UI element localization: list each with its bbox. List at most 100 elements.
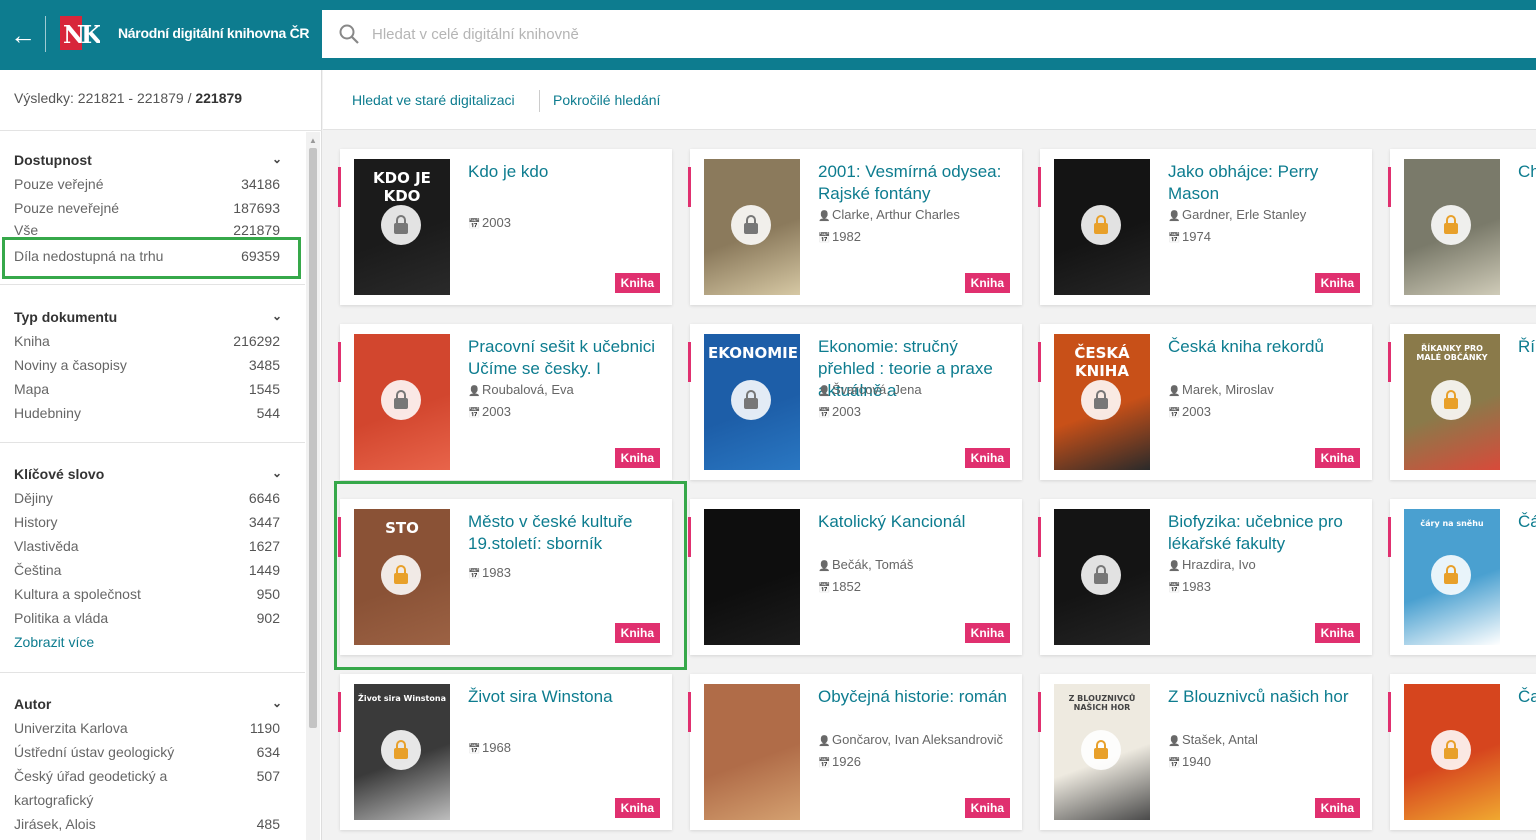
card-accent (338, 167, 341, 207)
facet-item-music[interactable]: Hudebniny 544 (14, 405, 286, 427)
book-cover-thumbnail[interactable]: ŘÍKANKY PRO MALÉ OBČÁNKY (1404, 334, 1500, 470)
book-cover-thumbnail[interactable]: ČESKÁ KNIHA (1054, 334, 1150, 470)
result-card[interactable]: KDO JE KDO Kdo je kdo 📅 2003 Kniha (338, 149, 672, 305)
facet-header-availability[interactable]: Dostupnost ⌄ (14, 152, 286, 174)
result-card[interactable]: Obyčejná historie: román 👤 Gončarov, Ivan … (688, 674, 1022, 830)
facet-item-keyword[interactable]: Dějiny 6646 (14, 490, 286, 512)
card-title[interactable]: Čá (1518, 511, 1536, 533)
facet-item-keyword[interactable]: Vlastivěda 1627 (14, 538, 286, 560)
chevron-down-icon[interactable]: ⌄ (272, 309, 282, 323)
facet-item-author[interactable]: Univerzita Karlova 1190 (14, 720, 286, 742)
result-card[interactable]: ŘÍKANKY PRO MALÉ OBČÁNKY Řík (1388, 324, 1536, 480)
card-title[interactable]: Obyčejná historie: román (818, 686, 1014, 708)
book-cover-thumbnail[interactable] (1054, 159, 1150, 295)
card-title[interactable]: Katolický Kancionál (818, 511, 1014, 533)
result-card[interactable]: čáry na sněhu Čá (1388, 499, 1536, 655)
show-more-link[interactable]: Zobrazit více (14, 634, 94, 650)
author-name: Marek, Miroslav (1182, 382, 1274, 397)
facet-item-keyword[interactable]: History 3447 (14, 514, 286, 536)
publication-year: 2003 (832, 404, 861, 419)
result-card[interactable]: Biofyzika: učebnice pro lékařské fakulty… (1038, 499, 1372, 655)
author-name: Roubalová, Eva (482, 382, 574, 397)
lock-icon (1431, 205, 1471, 245)
book-cover-thumbnail[interactable] (1404, 684, 1500, 820)
facet-header-author[interactable]: Autor ⌄ (14, 696, 286, 718)
card-title[interactable]: 2001: Vesmírná odysea: Rajské fontány (818, 161, 1014, 205)
scrollbar-thumb[interactable] (309, 148, 317, 728)
author-name: Bečák, Tomáš (832, 557, 914, 572)
book-cover-thumbnail[interactable]: Z BLOUZNIVCŮ NAŠICH HOR (1054, 684, 1150, 820)
chevron-down-icon[interactable]: ⌄ (272, 466, 282, 480)
card-title[interactable]: Pracovní sešit k učebnici Učíme se česky… (468, 336, 664, 380)
search-icon[interactable] (338, 23, 360, 45)
book-cover-thumbnail[interactable] (704, 684, 800, 820)
book-cover-thumbnail[interactable] (1054, 509, 1150, 645)
card-title[interactable]: Česká kniha rekordů (1168, 336, 1364, 358)
nk-logo[interactable]: N K (60, 16, 100, 50)
book-cover-thumbnail[interactable]: KDO JE KDO (354, 159, 450, 295)
result-card[interactable]: Život sira Winstona Život sira Winstona 📅 1… (338, 674, 672, 830)
app-title[interactable]: Národní digitální knihovna ČR (118, 25, 310, 41)
result-card[interactable]: Ča (1388, 674, 1536, 830)
book-cover-thumbnail[interactable] (1404, 159, 1500, 295)
person-icon: 👤 (818, 386, 831, 397)
back-arrow-icon[interactable]: ← (8, 20, 38, 50)
facet-item-private[interactable]: Pouze neveřejné 187693 (14, 200, 286, 222)
old-digitization-search-link[interactable]: Hledat ve staré digitalizaci (352, 92, 515, 108)
lock-body (1444, 398, 1458, 409)
chevron-down-icon[interactable]: ⌄ (272, 696, 282, 710)
result-card[interactable]: Z BLOUZNIVCŮ NAŠICH HOR Z Blouznivců naši… (1038, 674, 1372, 830)
sidebar-scrollbar[interactable]: ▲ (306, 132, 320, 840)
result-card[interactable]: Katolický Kancionál 👤 Bečák, Tomáš 📅 1852 Kni… (688, 499, 1022, 655)
result-card[interactable]: EKONOMIE Ekonomie: stručný přehled : teor… (688, 324, 1022, 480)
facet-item-keyword[interactable]: Čeština 1449 (14, 562, 286, 584)
card-author: 👤 Roubalová, Eva (468, 382, 574, 397)
chevron-down-icon[interactable]: ⌄ (272, 152, 282, 166)
card-title[interactable]: Biofyzika: učebnice pro lékařské fakulty (1168, 511, 1364, 555)
facet-item-book[interactable]: Kniha 216292 (14, 333, 286, 355)
search-bar[interactable] (322, 10, 1536, 58)
result-card[interactable]: Jako obhájce: Perry Mason 👤 Gardner, Erle … (1038, 149, 1372, 305)
facet-header-doctype[interactable]: Typ dokumentu ⌄ (14, 309, 286, 331)
lock-icon (1431, 380, 1471, 420)
card-title[interactable]: Ch ko (1518, 161, 1536, 183)
document-type-badge: Kniha (1314, 273, 1360, 293)
book-cover-thumbnail[interactable] (704, 159, 800, 295)
facet-item-author[interactable]: Jirásek, Alois 485 (14, 816, 286, 838)
result-card[interactable]: ČESKÁ KNIHA Česká kniha rekordů 👤 Marek, Mi… (1038, 324, 1372, 480)
highlight-box (2, 237, 301, 279)
card-title[interactable]: Jako obhájce: Perry Mason (1168, 161, 1364, 205)
facet-item-map[interactable]: Mapa 1545 (14, 381, 286, 403)
advanced-search-link[interactable]: Pokročilé hledání (553, 92, 660, 108)
facet-item-author[interactable]: Český úřad geodetický a 507 (14, 768, 286, 790)
facet-item-author[interactable]: Ústřední ústav geologický 634 (14, 744, 286, 766)
facet-item-author[interactable]: kartografický (14, 792, 286, 814)
facet-item-public[interactable]: Pouze veřejné 34186 (14, 176, 286, 198)
search-input[interactable] (372, 18, 1472, 50)
book-cover-thumbnail[interactable]: čáry na sněhu (1404, 509, 1500, 645)
card-title[interactable]: Řík (1518, 336, 1536, 358)
facet-item-label: Politika a vláda (14, 610, 109, 626)
book-cover-thumbnail[interactable] (354, 334, 450, 470)
card-title[interactable]: Ča (1518, 686, 1536, 708)
facet-item-keyword[interactable]: Politika a vláda 902 (14, 610, 286, 632)
card-title[interactable]: Kdo je kdo (468, 161, 664, 183)
card-accent (338, 692, 341, 732)
facet-item-count: 634 (256, 744, 280, 760)
result-card[interactable]: 2001: Vesmírná odysea: Rajské fontány 👤 Cl… (688, 149, 1022, 305)
book-cover-thumbnail[interactable] (704, 509, 800, 645)
facet-item-keyword[interactable]: Kultura a společnost 950 (14, 586, 286, 608)
result-card[interactable]: Pracovní sešit k učebnici Učíme se česky… (338, 324, 672, 480)
calendar-icon: 📅 (468, 408, 481, 419)
facet-item-periodicals[interactable]: Noviny a časopisy 3485 (14, 357, 286, 379)
scroll-up-arrow-icon[interactable]: ▲ (309, 136, 317, 145)
card-title[interactable]: Z Blouznivců našich hor (1168, 686, 1364, 708)
result-card[interactable]: Ch ko (1388, 149, 1536, 305)
book-cover-thumbnail[interactable]: Život sira Winstona (354, 684, 450, 820)
facet-item-count: 216292 (233, 333, 280, 349)
facet-header-keyword[interactable]: Klíčové slovo ⌄ (14, 466, 286, 488)
card-title[interactable]: Život sira Winstona (468, 686, 664, 708)
book-cover-thumbnail[interactable]: EKONOMIE (704, 334, 800, 470)
card-accent (1388, 692, 1391, 732)
facet-item-all[interactable]: Vše 221879 (14, 222, 286, 236)
